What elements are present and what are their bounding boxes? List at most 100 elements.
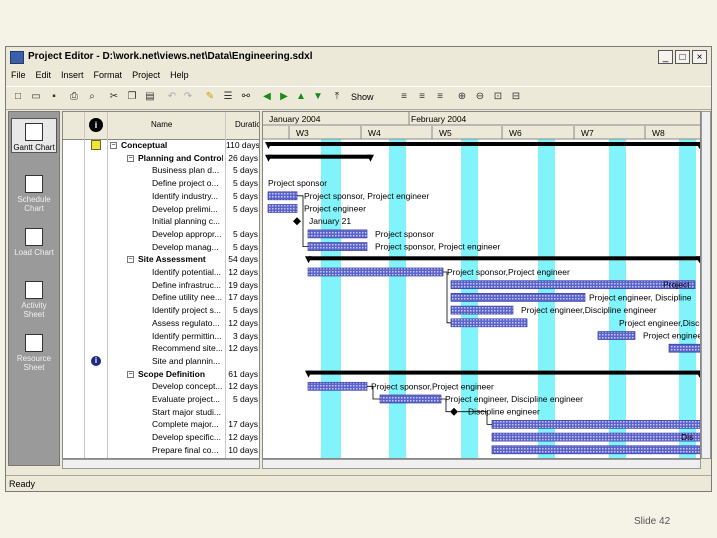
redo-icon[interactable]: ↷ xyxy=(182,91,194,103)
task-duration: 5 days xyxy=(232,305,258,316)
cut-icon[interactable]: ✂ xyxy=(108,91,120,103)
collapse-toggle-icon[interactable]: − xyxy=(127,256,134,264)
undo-icon[interactable]: ↶ xyxy=(166,91,178,103)
print-preview-icon[interactable]: ⌕ xyxy=(86,91,98,103)
menu-project[interactable]: Project xyxy=(127,69,165,84)
task-name: Assess regulato... xyxy=(152,317,220,328)
project-editor-window: Project Editor - D:\work.net\views.net\D… xyxy=(5,46,712,492)
maximize-button[interactable]: □ xyxy=(675,50,690,64)
view-schedule-chart[interactable]: Schedule Chart xyxy=(11,171,57,213)
task-row[interactable]: − Planning and Control 26 days xyxy=(63,152,259,165)
copy-icon[interactable]: ❐ xyxy=(126,91,138,103)
chart-horizontal-scrollbar[interactable] xyxy=(262,459,701,469)
zoom-fit-icon[interactable]: ⊡ xyxy=(492,91,504,103)
gantt-chart[interactable]: January 2004 February 2004 W3 W4 W5 W6 W7 W8 Pro… xyxy=(262,111,701,459)
align-right-icon[interactable]: ≡ xyxy=(434,91,446,103)
align-center-icon[interactable]: ≡ xyxy=(416,91,428,103)
task-name: Define utility nee... xyxy=(152,292,222,303)
menu-insert[interactable]: Insert xyxy=(56,69,89,84)
properties-icon[interactable]: ☰ xyxy=(222,91,234,103)
paste-icon[interactable]: ▤ xyxy=(144,91,156,103)
week-label: W3 xyxy=(296,128,309,138)
zoom-in-icon[interactable]: ⊕ xyxy=(456,91,468,103)
task-row[interactable]: Identify potential... 12 days xyxy=(63,266,259,279)
print-icon[interactable]: ⎙ xyxy=(68,91,80,103)
task-name: Evaluate project... xyxy=(152,394,221,404)
task-row[interactable]: Business plan d... 5 days xyxy=(63,164,259,177)
note-icon[interactable] xyxy=(91,140,101,150)
task-row[interactable]: Develop specific... 12 days xyxy=(63,431,259,444)
task-row[interactable]: i Site and plannin... xyxy=(63,355,259,368)
bar-label: Dis xyxy=(681,432,693,442)
task-name: Business plan d... xyxy=(152,165,220,176)
link-icon[interactable]: ⚯ xyxy=(240,91,252,103)
task-row[interactable]: Develop prelimi... 5 days xyxy=(63,203,259,216)
task-duration: 12 days xyxy=(228,267,258,277)
arrow-down-icon[interactable]: ▼ xyxy=(312,91,324,103)
menu-file[interactable]: File xyxy=(6,69,31,84)
task-row[interactable]: Identify industry... 5 days xyxy=(63,190,259,203)
view-label: Activity Sheet xyxy=(21,301,47,319)
grid-horizontal-scrollbar[interactable] xyxy=(62,459,260,469)
align-left-icon[interactable]: ≡ xyxy=(398,91,410,103)
info-column-header[interactable]: i xyxy=(89,118,103,132)
task-row[interactable]: − Scope Definition 61 days xyxy=(63,368,259,381)
scroll-to-task-icon[interactable]: ⤒ xyxy=(331,91,343,103)
task-row[interactable]: Prepare final co... 10 days xyxy=(63,444,259,457)
arrow-right-icon[interactable]: ▶ xyxy=(278,91,290,103)
highlight-icon[interactable]: ✎ xyxy=(204,91,216,103)
week-label: W7 xyxy=(581,128,594,138)
task-row[interactable]: Initial planning c... xyxy=(63,215,259,228)
task-bar xyxy=(267,204,298,213)
task-bar xyxy=(307,267,444,277)
save-icon[interactable]: ▪ xyxy=(48,91,60,103)
menu-edit[interactable]: Edit xyxy=(31,69,57,84)
task-row[interactable]: Develop manag... 5 days xyxy=(63,241,259,254)
view-activity-sheet[interactable]: Activity Sheet xyxy=(11,277,57,319)
task-row[interactable]: Develop appropr... 5 days xyxy=(63,228,259,241)
info-icon[interactable]: i xyxy=(91,355,101,366)
bar-label: Project engineer xyxy=(304,204,366,214)
minimize-button[interactable]: _ xyxy=(658,50,673,64)
show-dropdown[interactable]: Show xyxy=(351,92,374,102)
task-row[interactable]: Define utility nee... 17 days xyxy=(63,291,259,304)
task-row[interactable]: Recommend site... 12 days xyxy=(63,342,259,355)
task-row[interactable]: Complete major... 17 days xyxy=(63,418,259,431)
task-name: Identify potential... xyxy=(152,267,221,277)
menu-format[interactable]: Format xyxy=(89,69,128,84)
task-row[interactable]: Define project o... 5 days xyxy=(63,177,259,190)
task-row[interactable]: Assess regulato... 12 days xyxy=(63,317,259,330)
task-name: Scope Definition xyxy=(138,368,206,379)
zoom-out-icon[interactable]: ⊖ xyxy=(474,91,486,103)
timescale-icon[interactable]: ⊟ xyxy=(510,91,522,103)
open-folder-icon[interactable]: ▭ xyxy=(30,91,42,103)
task-row[interactable]: − Site Assessment 54 days xyxy=(63,253,259,266)
name-column-header[interactable]: Name xyxy=(151,120,172,129)
collapse-toggle-icon[interactable]: − xyxy=(127,154,134,162)
task-row[interactable]: Identify project s... 5 days xyxy=(63,304,259,317)
task-row[interactable]: − Conceptual 110 days xyxy=(63,139,259,152)
task-duration: 5 days xyxy=(232,228,258,239)
bar-label: Project sponsor,Project engineer xyxy=(447,267,570,277)
close-button[interactable]: × xyxy=(692,50,707,64)
arrow-left-icon[interactable]: ◀ xyxy=(261,91,273,103)
duration-column-header[interactable]: Duratio xyxy=(235,120,259,129)
task-row[interactable]: Identify permittin... 3 days xyxy=(63,330,259,343)
vertical-scrollbar[interactable] xyxy=(701,111,711,459)
new-document-icon[interactable]: □ xyxy=(12,91,24,103)
menu-help[interactable]: Help xyxy=(165,69,194,84)
view-load-chart[interactable]: Load Chart xyxy=(11,224,57,257)
collapse-toggle-icon[interactable]: − xyxy=(127,370,134,378)
task-row[interactable]: Evaluate project... 5 days xyxy=(63,393,259,406)
task-duration: 5 days xyxy=(232,165,258,176)
app-icon xyxy=(10,51,24,64)
task-row[interactable]: Start major studi... xyxy=(63,406,259,419)
view-resource-sheet[interactable]: Resource Sheet xyxy=(11,330,57,372)
task-row[interactable]: Develop concept... 12 days xyxy=(63,380,259,393)
view-gantt-chart[interactable]: Gantt Chart xyxy=(11,118,57,153)
task-row[interactable]: Define infrastruc... 19 days xyxy=(63,279,259,292)
bar-label: Project engineer, Discipline engineer xyxy=(445,394,583,404)
arrow-up-icon[interactable]: ▲ xyxy=(295,91,307,103)
collapse-toggle-icon[interactable]: − xyxy=(110,142,117,149)
weekend-column xyxy=(389,139,406,458)
